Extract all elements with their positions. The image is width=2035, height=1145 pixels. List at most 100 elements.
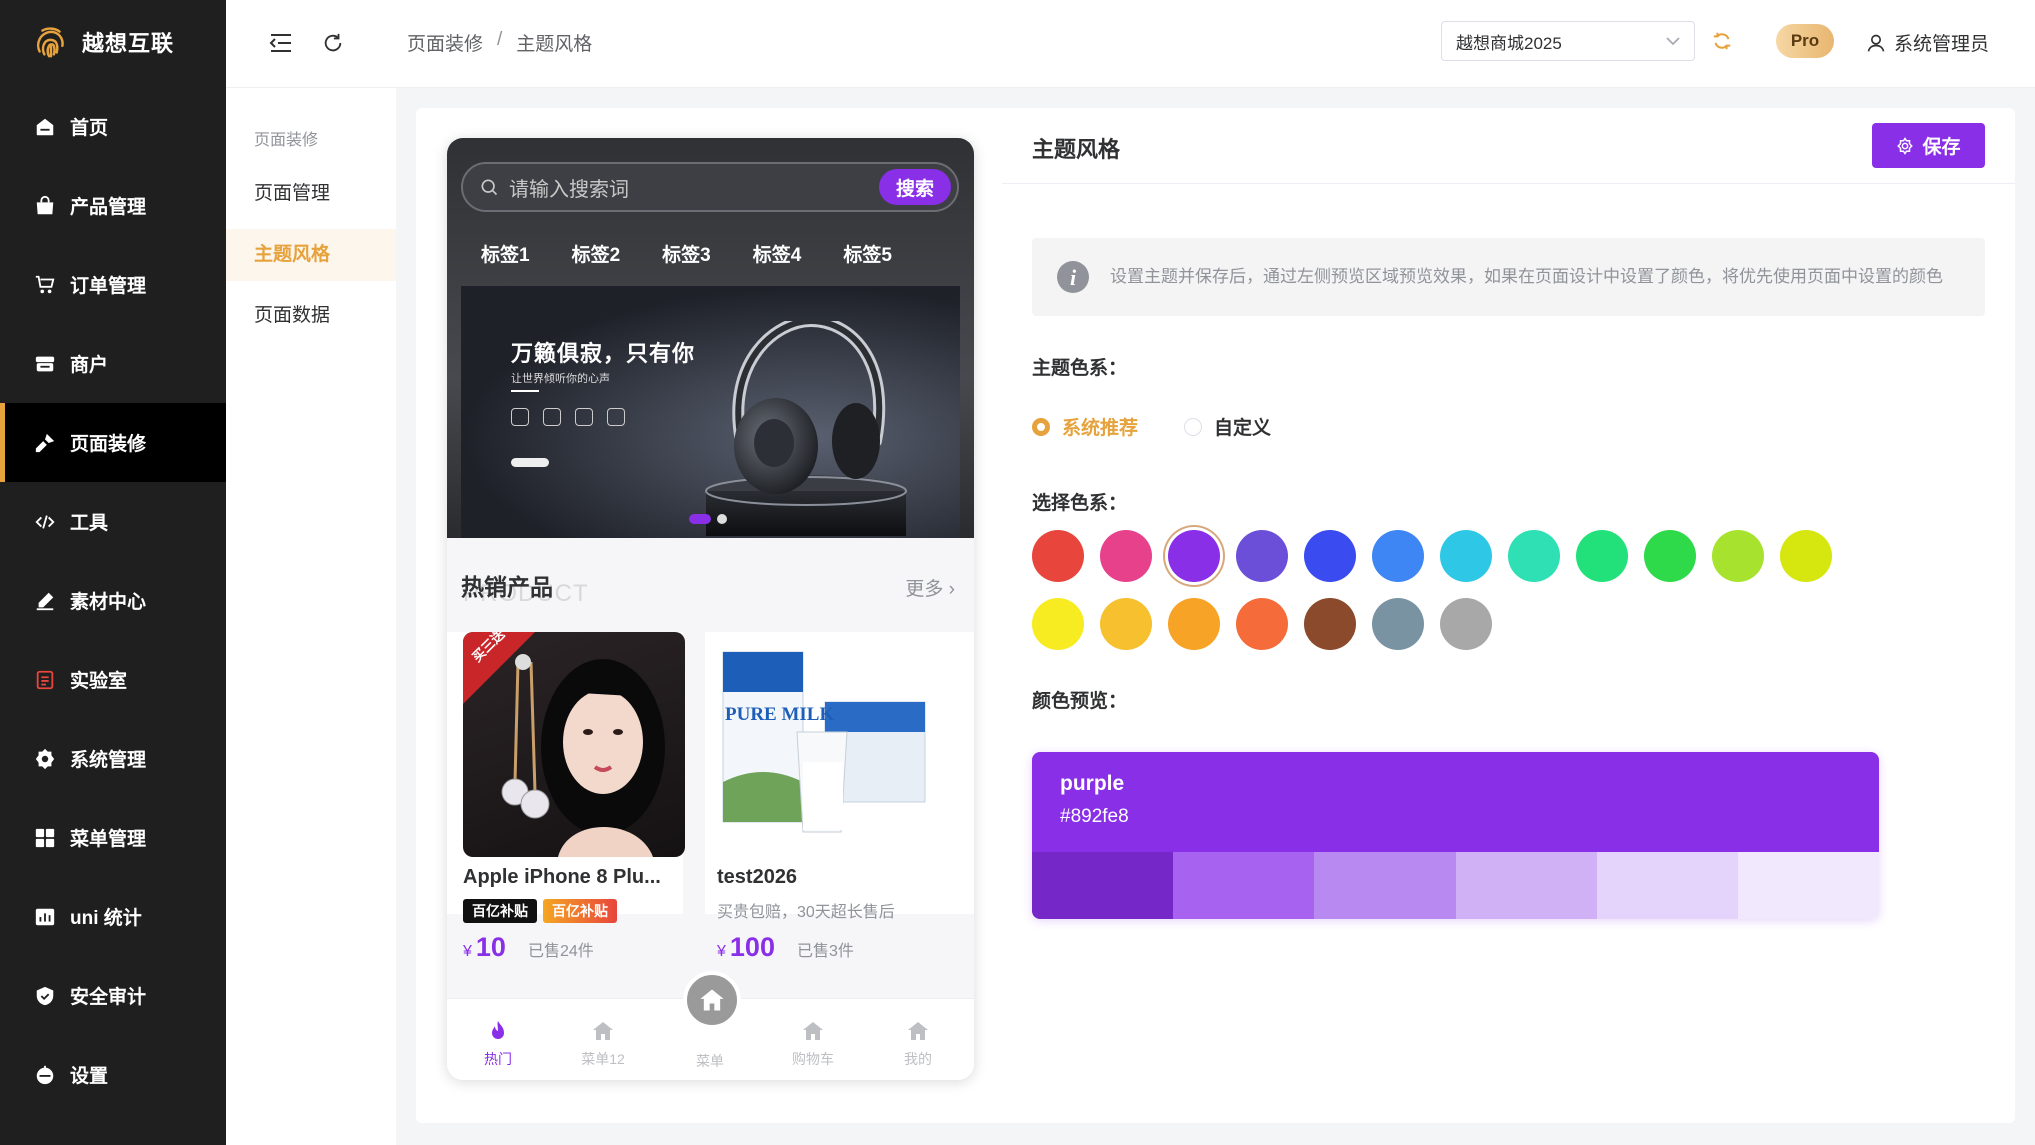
search-button[interactable]: 搜索 xyxy=(879,169,951,205)
phone-tab[interactable]: 标签1 xyxy=(481,240,530,267)
product-card[interactable]: 买三送 Apple iPhone 8 Plu... 百亿补贴 百亿补贴 ¥ 10… xyxy=(447,632,685,962)
sidebar-item-security-audit[interactable]: 安全审计 xyxy=(0,956,226,1035)
color-swatch[interactable] xyxy=(1236,598,1288,650)
search-placeholder: 请输入搜索词 xyxy=(509,178,629,201)
color-swatch[interactable] xyxy=(1304,598,1356,650)
phone-search-bar[interactable]: 请输入搜索词 搜索 xyxy=(461,162,959,212)
color-swatch[interactable] xyxy=(1168,530,1220,582)
phone-tab[interactable]: 标签2 xyxy=(572,240,621,267)
sidebar-item-label: 订单管理 xyxy=(70,276,147,297)
refresh-icon xyxy=(324,33,342,52)
tabbar-center-button[interactable] xyxy=(683,971,741,1029)
save-button[interactable]: 保存 xyxy=(1872,123,1985,168)
breadcrumb-separator: / xyxy=(497,29,503,50)
scheme-label: 主题色系： xyxy=(1032,358,1128,379)
sidebar-item-settings[interactable]: 设置 xyxy=(0,1035,226,1114)
tabbar-item-mine[interactable]: 我的 xyxy=(878,1019,958,1069)
product-card[interactable]: PURE MILK test2026 买贵包赔，30天超长售后 ¥ 100 已售… xyxy=(705,632,974,962)
sidebar-item-lab[interactable]: 实验室 xyxy=(0,640,226,719)
sub-navigation: 页面装修 页面管理 主题风格 页面数据 xyxy=(226,88,396,1145)
sidebar-item-orders[interactable]: 订单管理 xyxy=(0,245,226,324)
more-link[interactable]: 更多 › xyxy=(905,574,955,601)
color-swatch[interactable] xyxy=(1168,598,1220,650)
pen-icon xyxy=(36,592,54,610)
phone-tab[interactable]: 标签5 xyxy=(843,240,892,267)
user-menu[interactable]: 系统管理员 xyxy=(1866,29,1989,56)
color-swatch[interactable] xyxy=(1100,530,1152,582)
document-icon xyxy=(36,670,54,689)
phone-tab[interactable]: 标签3 xyxy=(662,240,711,267)
pro-badge[interactable]: Pro xyxy=(1776,24,1834,58)
tabbar-label: 菜单 xyxy=(696,1053,724,1069)
code-icon xyxy=(35,514,55,529)
tabbar-item-menu12[interactable]: 菜单12 xyxy=(563,1019,643,1069)
house-icon xyxy=(908,1022,928,1040)
tabbar-item-hot[interactable]: 热门 xyxy=(458,1019,538,1069)
preview-shade xyxy=(1737,852,1879,919)
radio-label: 系统推荐 xyxy=(1062,418,1139,439)
sidebar-item-products[interactable]: 产品管理 xyxy=(0,166,226,245)
chevron-right-icon: › xyxy=(948,579,955,600)
sidebar-item-label: uni 统计 xyxy=(70,908,142,929)
tabbar-item-cart[interactable]: 购物车 xyxy=(773,1019,853,1069)
radio-custom[interactable]: 自定义 xyxy=(1184,413,1271,440)
shop-select[interactable]: 越想商城2025 xyxy=(1441,21,1695,61)
collapse-menu-button[interactable] xyxy=(266,28,296,58)
sidebar-item-label: 商户 xyxy=(70,355,109,376)
banner-pagination xyxy=(689,514,727,524)
preview-color-hex: #892fe8 xyxy=(1060,806,1129,827)
sidebar-item-page-decoration[interactable]: 页面装修 xyxy=(0,403,226,482)
radio-system-recommend[interactable]: 系统推荐 xyxy=(1032,413,1138,440)
sold-count: 已售3件 xyxy=(796,943,854,960)
milk-image xyxy=(722,651,926,833)
color-swatch[interactable] xyxy=(1644,530,1696,582)
sidebar-item-home[interactable]: 首页 xyxy=(0,87,226,166)
color-swatch[interactable] xyxy=(1508,530,1560,582)
color-swatch[interactable] xyxy=(1712,530,1764,582)
preview-shade xyxy=(1596,852,1738,919)
sidebar-item-tools[interactable]: 工具 xyxy=(0,482,226,561)
sidebar-item-uni-stats[interactable]: uni 统计 xyxy=(0,877,226,956)
tabbar-item-menu[interactable]: 菜单 xyxy=(670,1051,750,1071)
color-swatch[interactable] xyxy=(1032,598,1084,650)
preview-shade xyxy=(1173,852,1315,919)
chart-icon xyxy=(35,908,55,925)
subnav-title: 页面装修 xyxy=(254,132,319,149)
brand-logo[interactable]: 越想互联 xyxy=(32,22,174,62)
sidebar-item-merchant[interactable]: 商户 xyxy=(0,324,226,403)
info-alert-text: 设置主题并保存后，通过左侧预览区域预览效果，如果在页面设计中设置了颜色，将优先使… xyxy=(1110,267,1943,286)
color-swatch[interactable] xyxy=(1100,598,1152,650)
preview-shade xyxy=(1455,852,1597,919)
store-icon xyxy=(35,356,55,371)
subnav-item-page-data[interactable]: 页面数据 xyxy=(226,290,396,342)
color-swatch[interactable] xyxy=(1304,530,1356,582)
sidebar-item-label: 系统管理 xyxy=(70,750,147,771)
sync-icon[interactable] xyxy=(1711,30,1733,52)
sidebar-item-system[interactable]: 系统管理 xyxy=(0,719,226,798)
house-icon xyxy=(700,989,724,1011)
color-swatch[interactable] xyxy=(1576,530,1628,582)
color-swatch[interactable] xyxy=(1236,530,1288,582)
subnav-item-theme-style[interactable]: 主题风格 xyxy=(226,229,396,281)
radio-dot xyxy=(1032,417,1050,436)
sidebar-item-label: 首页 xyxy=(70,118,109,139)
sidebar-item-label: 安全审计 xyxy=(70,987,147,1008)
color-swatch[interactable] xyxy=(1780,530,1832,582)
product-image: 买三送 xyxy=(463,632,685,857)
color-swatch[interactable] xyxy=(1440,530,1492,582)
color-swatch[interactable] xyxy=(1372,530,1424,582)
color-swatch[interactable] xyxy=(1032,530,1084,582)
phone-banner[interactable]: 万籁俱寂，只有你 让世界倾听你的心声 xyxy=(461,286,960,538)
subnav-item-page-manage[interactable]: 页面管理 xyxy=(226,168,396,220)
phone-tab[interactable]: 标签4 xyxy=(753,240,802,267)
preview-main-color: purple #892fe8 xyxy=(1032,752,1879,852)
sidebar-item-menu-manage[interactable]: 菜单管理 xyxy=(0,798,226,877)
breadcrumb-item[interactable]: 页面装修 xyxy=(407,29,483,56)
sidebar-item-materials[interactable]: 素材中心 xyxy=(0,561,226,640)
info-alert: i 设置主题并保存后，通过左侧预览区域预览效果，如果在页面设计中设置了颜色，将优… xyxy=(1032,238,1985,316)
shield-icon xyxy=(36,986,54,1005)
grid-icon xyxy=(35,828,55,847)
color-swatch[interactable] xyxy=(1372,598,1424,650)
refresh-button[interactable] xyxy=(318,28,348,58)
color-swatch[interactable] xyxy=(1440,598,1492,650)
